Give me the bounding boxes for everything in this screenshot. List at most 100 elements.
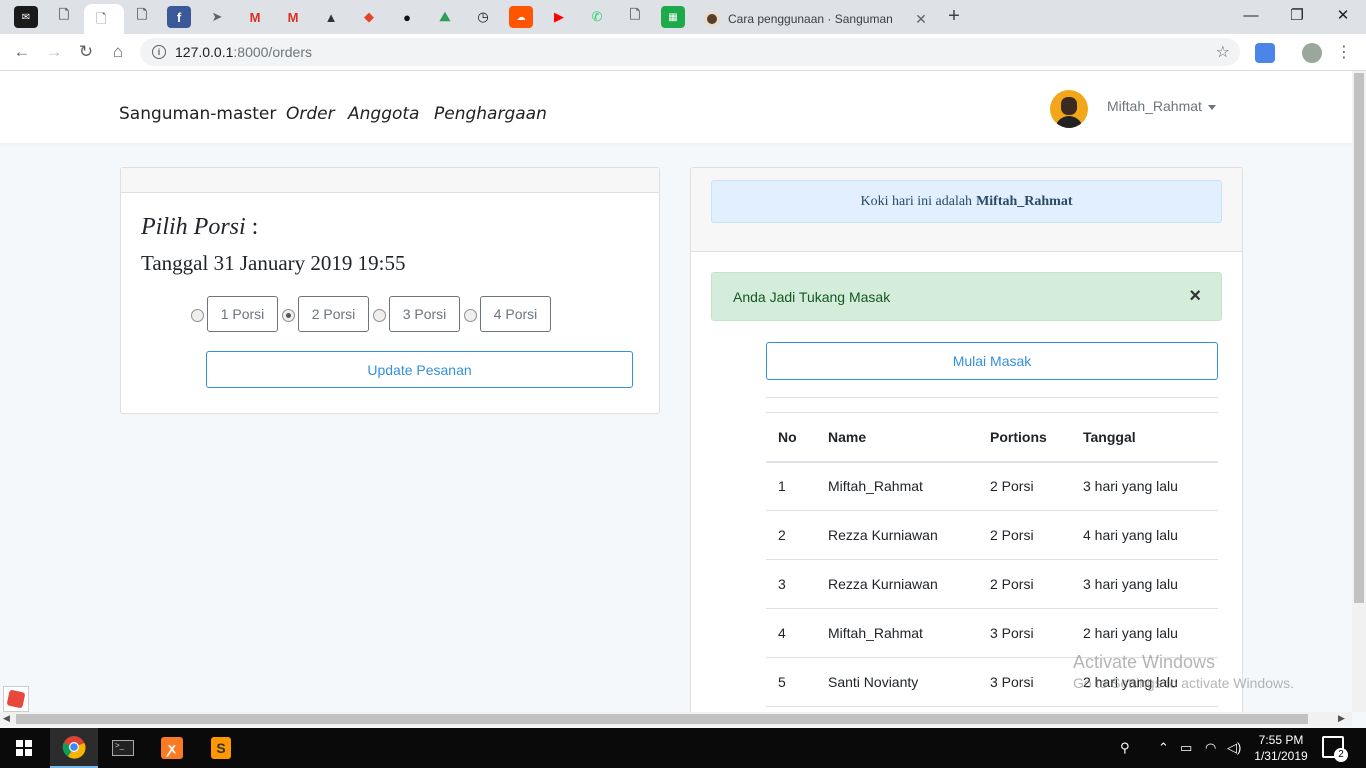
mountain-tab-icon[interactable]: ⛰ [433, 6, 457, 28]
table-row: 1 Miftah_Rahmat 2 Porsi 3 hari yang lalu [766, 461, 1218, 511]
table-row: 5 Santi Novianty 3 Porsi 2 hari yang lal… [766, 657, 1218, 707]
chrome-taskbar-icon[interactable] [50, 728, 98, 768]
volume-icon[interactable]: ◁) [1227, 728, 1241, 768]
system-clock[interactable]: 7:55 PM 1/31/2019 [1246, 732, 1316, 764]
update-order-button[interactable]: Update Pesanan [206, 351, 633, 388]
portion-radio-4[interactable] [464, 309, 477, 322]
people-icon[interactable]: ⚲ [1120, 728, 1130, 768]
nav-link-anggota[interactable]: Anggota [348, 104, 419, 124]
tab-active-page[interactable]: 🗋 [84, 4, 124, 34]
xampp-taskbar-icon[interactable]: ꭗ [148, 728, 196, 768]
close-icon[interactable]: × [1189, 285, 1201, 308]
cell-no: 1 [766, 461, 816, 511]
cell-no: 3 [766, 559, 816, 609]
cell-tanggal: 2 hari yang lalu [1071, 657, 1218, 707]
sublime-taskbar-icon[interactable]: S [197, 728, 245, 768]
tab-sanguman[interactable]: Cara penggunaan · Sanguman ✕ [692, 4, 932, 34]
column-header-tanggal: Tanggal [1071, 412, 1218, 463]
portion-option-3[interactable]: 3 Porsi [389, 296, 460, 332]
reload-icon[interactable]: ↻ [72, 39, 100, 65]
extension-corner-icon[interactable] [3, 686, 29, 712]
scroll-right-icon[interactable]: ▶ [1338, 713, 1345, 724]
url-text: 127.0.0.1:8000/orders [175, 44, 312, 60]
cell-portions: 2 Porsi [978, 461, 1071, 511]
table-row: 3 Rezza Kurniawan 2 Porsi 3 hari yang la… [766, 559, 1218, 609]
order-date: Tanggal 31 January 2019 19:55 [141, 251, 406, 275]
drive-tab-icon[interactable]: ▲ [319, 6, 343, 28]
column-header-name: Name [816, 412, 978, 463]
gitlab-tab-icon[interactable]: ◆ [357, 6, 381, 28]
terminal-taskbar-icon[interactable]: >_ [99, 728, 147, 768]
soundcloud-tab-icon[interactable]: ☁ [509, 6, 533, 28]
new-tab-button[interactable]: + [940, 5, 968, 29]
tab-close-icon[interactable]: ✕ [910, 11, 932, 28]
menu-kebab-icon[interactable]: ⋮ [1330, 39, 1358, 65]
portion-heading: Pilih Porsi : [141, 214, 259, 240]
site-navbar: Sanguman-master Order Anggota Penghargaa… [0, 71, 1352, 143]
send-tab-icon[interactable]: ➤ [205, 6, 229, 28]
notification-center-icon[interactable]: 2 [1322, 736, 1348, 762]
address-bar[interactable]: i 127.0.0.1:8000/orders ☆ [140, 38, 1240, 66]
user-dropdown[interactable]: Miftah_Rahmat [1107, 98, 1216, 114]
whatsapp-tab-icon[interactable]: ✆ [585, 6, 609, 28]
maximize-button[interactable]: ❐ [1274, 0, 1320, 30]
sheets-tab-icon[interactable]: ▦ [661, 6, 685, 28]
page-tab-icon[interactable]: 🗋 [623, 6, 647, 28]
nav-link-order[interactable]: Order [286, 104, 335, 124]
chevron-up-icon[interactable]: ⌃ [1158, 728, 1169, 768]
start-cooking-button[interactable]: Mulai Masak [766, 342, 1218, 380]
vertical-scrollbar[interactable] [1352, 71, 1366, 712]
back-icon[interactable]: ← [8, 39, 36, 65]
cook-info-alert: Koki hari ini adalah Miftah_Rahmat [711, 180, 1222, 223]
success-alert: Anda Jadi Tukang Masak × [711, 272, 1222, 321]
bookmark-star-icon[interactable]: ☆ [1216, 42, 1230, 62]
wifi-icon[interactable]: ◠ [1205, 728, 1216, 768]
close-window-button[interactable]: ✕ [1320, 0, 1366, 30]
page-tab-icon[interactable]: 🗋 [52, 6, 76, 28]
minimize-button[interactable]: — [1228, 0, 1274, 30]
info-icon[interactable]: i [152, 45, 166, 59]
browser-tab-strip: ✉ 🗋 🗋 🗋 f ➤ M M ▲ ◆ ● ⛰ ◷ ☁ ▶ ✆ 🗋 ▦ Cara… [0, 0, 1366, 34]
order-card: Pilih Porsi : Tanggal 31 January 2019 19… [120, 167, 660, 414]
youtube-tab-icon[interactable]: ▶ [547, 6, 571, 28]
battery-icon[interactable]: ▭ [1180, 728, 1192, 768]
page-viewport: Sanguman-master Order Anggota Penghargaa… [0, 71, 1352, 712]
github-tab-icon[interactable]: ● [395, 6, 419, 28]
browser-toolbar: ← → ↻ ⌂ i 127.0.0.1:8000/orders ☆ ⋮ [0, 34, 1366, 71]
portion-option-1[interactable]: 1 Porsi [207, 296, 278, 332]
cell-tanggal: 3 hari yang lalu [1071, 559, 1218, 609]
cell-name: Miftah_Rahmat [816, 461, 978, 511]
gmail-tab-icon[interactable]: M [243, 6, 267, 28]
portion-radio-1[interactable] [191, 309, 204, 322]
portion-option-4[interactable]: 4 Porsi [480, 296, 551, 332]
cell-no: 4 [766, 608, 816, 658]
mail-tab-icon[interactable]: ✉ [14, 6, 38, 28]
cell-name: Rezza Kurniawan [816, 510, 978, 560]
avatar[interactable] [1050, 90, 1088, 128]
home-icon[interactable]: ⌂ [104, 39, 132, 65]
horizontal-scrollbar[interactable]: ◀ ▶ [0, 712, 1352, 726]
column-header-portions: Portions [978, 412, 1071, 463]
tab-title: Cara penggunaan · Sanguman [728, 12, 893, 26]
card-header [121, 168, 659, 193]
nav-link-penghargaan[interactable]: Penghargaan [434, 104, 547, 124]
windows-start-icon[interactable] [0, 728, 48, 768]
portion-radio-3[interactable] [373, 309, 386, 322]
cell-portions: 3 Porsi [978, 657, 1071, 707]
brand-link[interactable]: Sanguman-master [119, 104, 276, 124]
facebook-tab-icon[interactable]: f [167, 6, 191, 28]
translate-extension-icon[interactable] [1255, 43, 1275, 63]
scroll-left-icon[interactable]: ◀ [3, 713, 10, 724]
cell-name: Rezza Kurniawan [816, 559, 978, 609]
page-tab-icon[interactable]: 🗋 [130, 6, 154, 28]
cell-tanggal: 2 hari yang lalu [1071, 608, 1218, 658]
portion-option-2[interactable]: 2 Porsi [298, 296, 369, 332]
portion-radio-2[interactable] [282, 309, 295, 322]
card-header: Koki hari ini adalah Miftah_Rahmat [691, 168, 1242, 252]
cook-card: Koki hari ini adalah Miftah_Rahmat Anda J… [690, 167, 1243, 712]
profile-avatar-icon[interactable] [1302, 43, 1322, 63]
forward-icon[interactable]: → [40, 39, 68, 65]
clock-tab-icon[interactable]: ◷ [471, 6, 495, 28]
gmail-tab-icon[interactable]: M [281, 6, 305, 28]
table-row: 4 Miftah_Rahmat 3 Porsi 2 hari yang lalu [766, 608, 1218, 658]
